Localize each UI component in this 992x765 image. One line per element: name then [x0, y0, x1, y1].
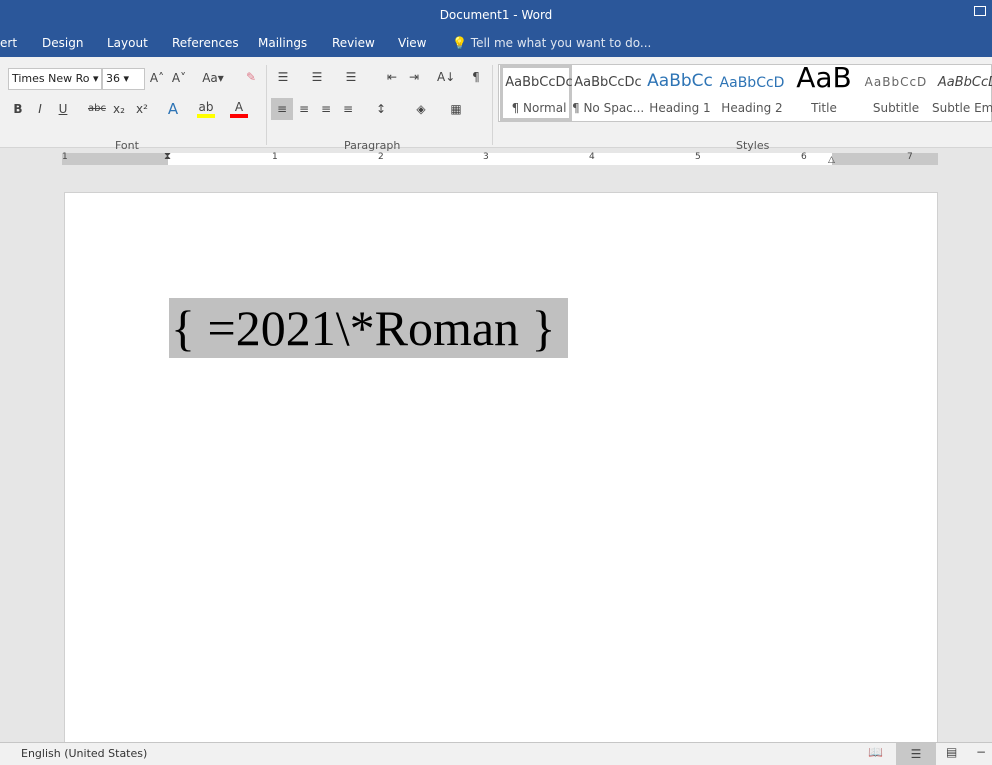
tab-view[interactable]: View	[398, 36, 426, 50]
style-preview: AaBbCcD	[864, 75, 928, 89]
tab-mailings[interactable]: Mailings	[258, 36, 307, 50]
align-right-icon[interactable]: ≡	[317, 102, 335, 116]
style-name: Subtle Em...	[932, 101, 992, 115]
paragraph-group-label: Paragraph	[344, 139, 401, 152]
styles-group-label: Styles	[736, 139, 770, 152]
document-page[interactable]	[64, 192, 938, 752]
font-name-value: Times New Ro	[12, 72, 90, 85]
decrease-indent-icon[interactable]: ⇤	[383, 70, 401, 84]
field-code[interactable]: { =2021\*Roman }	[169, 298, 568, 358]
horizontal-ruler[interactable]: 1 1 2 3 4 5 6 7 ⧗ △	[62, 151, 938, 165]
web-layout-icon[interactable]: ▤	[946, 745, 957, 759]
ruler-number: 1	[62, 152, 68, 162]
style-preview: AaBbCcDc	[505, 75, 573, 90]
center-icon[interactable]: ≡	[295, 102, 313, 116]
line-spacing-icon[interactable]: ↕	[372, 102, 390, 116]
ruler-number: 2	[378, 152, 384, 162]
zoom-out-icon[interactable]: −	[976, 745, 986, 759]
right-indent-marker-icon[interactable]: △	[828, 155, 835, 165]
style-heading-1[interactable]: AaBbCc Heading 1	[644, 65, 716, 121]
right-margin	[832, 153, 938, 165]
style-name: Subtitle	[872, 101, 920, 115]
sort-icon[interactable]: A↓	[437, 70, 455, 84]
style-preview: AaB	[796, 61, 852, 94]
style-heading-2[interactable]: AaBbCcD Heading 2	[716, 65, 788, 121]
font-size-select[interactable]: 36 ▾	[102, 68, 145, 90]
style-subtitle[interactable]: AaBbCcD Subtitle	[860, 65, 932, 121]
style-name: ¶ No Spac...	[572, 101, 644, 115]
bullets-icon[interactable]: ☰	[274, 70, 292, 84]
increase-indent-icon[interactable]: ⇥	[405, 70, 423, 84]
style-name: Heading 1	[649, 101, 711, 115]
font-color-icon[interactable]: A	[230, 100, 248, 118]
subscript-icon[interactable]: x₂	[110, 102, 128, 116]
divider	[266, 65, 267, 145]
tab-design[interactable]: Design	[42, 36, 83, 50]
tell-me-label: Tell me what you want to do...	[470, 36, 652, 50]
style-normal[interactable]: AaBbCcDc ¶ Normal	[500, 65, 573, 121]
lightbulb-icon: 💡	[452, 36, 467, 50]
style-preview: AaBbCcD	[719, 75, 785, 91]
window-title: Document1 - Word	[439, 8, 553, 22]
align-left-icon[interactable]: ≡	[271, 98, 293, 120]
tell-me-search[interactable]: 💡 Tell me what you want to do...	[452, 36, 651, 50]
tab-insert[interactable]: ert	[0, 36, 17, 50]
left-margin	[62, 153, 168, 165]
multilevel-list-icon[interactable]: ☰	[342, 70, 360, 84]
style-subtle-emphasis[interactable]: AaBbCcD Subtle Em...	[932, 65, 992, 121]
highlight-color-icon[interactable]: ab	[197, 100, 215, 118]
tab-references[interactable]: References	[172, 36, 239, 50]
style-preview: AaBbCcD	[937, 75, 992, 90]
underline-icon[interactable]: U	[54, 102, 72, 116]
ruler-number: 4	[589, 152, 595, 162]
style-name: ¶ Normal	[511, 101, 567, 115]
shading-icon[interactable]: ◈	[412, 102, 430, 116]
title-bar: Document1 - Word	[0, 0, 992, 30]
ribbon-tabs: ert Design Layout References Mailings Re…	[0, 30, 992, 57]
ruler-number: 3	[483, 152, 489, 162]
read-mode-icon[interactable]: 📖	[868, 745, 883, 759]
style-name: Title	[811, 101, 837, 115]
grow-font-icon[interactable]: A˄	[148, 71, 166, 85]
superscript-icon[interactable]: x²	[133, 102, 151, 116]
ribbon-display-options-icon[interactable]	[974, 6, 986, 16]
italic-icon[interactable]: I	[31, 102, 49, 116]
shrink-font-icon[interactable]: A˅	[170, 71, 188, 85]
ruler-number: 5	[695, 152, 701, 162]
font-group-label: Font	[115, 139, 139, 152]
borders-icon[interactable]: ▦	[447, 102, 465, 116]
bold-icon[interactable]: B	[9, 102, 27, 116]
style-no-spacing[interactable]: AaBbCcDc ¶ No Spac...	[572, 65, 644, 121]
styles-gallery: AaBbCcDc ¶ Normal AaBbCcDc ¶ No Spac... Aa…	[498, 61, 992, 122]
print-layout-icon[interactable]: ☰	[896, 743, 936, 765]
language-status[interactable]: English (United States)	[21, 747, 147, 760]
tab-review[interactable]: Review	[332, 36, 375, 50]
change-case-icon[interactable]: Aa▾	[200, 71, 226, 85]
indent-marker-icon[interactable]: ⧗	[164, 151, 171, 162]
ribbon: Times New Ro ▾ 36 ▾ A˄ A˅ Aa▾ ✎ B I U ab…	[0, 57, 992, 152]
ruler-number: 7	[907, 152, 913, 162]
font-size-value: 36	[106, 72, 120, 85]
show-formatting-icon[interactable]: ¶	[467, 70, 485, 84]
style-preview: AaBbCc	[647, 71, 713, 91]
justify-icon[interactable]: ≡	[339, 102, 357, 116]
style-name: Heading 2	[721, 101, 783, 115]
style-title[interactable]: AaB Title	[788, 61, 860, 121]
text-effects-icon[interactable]: A	[164, 100, 182, 118]
style-preview: AaBbCcDc	[574, 75, 642, 90]
tab-layout[interactable]: Layout	[107, 36, 148, 50]
font-name-select[interactable]: Times New Ro ▾	[8, 68, 102, 90]
ruler-number: 1	[272, 152, 278, 162]
numbering-icon[interactable]: ☰	[308, 70, 326, 84]
clear-formatting-icon[interactable]: ✎	[242, 70, 260, 84]
strikethrough-icon[interactable]: abc	[88, 103, 106, 114]
divider	[492, 65, 493, 145]
ruler-number: 6	[801, 152, 807, 162]
status-bar: English (United States) 📖 ☰ ▤ −	[0, 742, 992, 765]
